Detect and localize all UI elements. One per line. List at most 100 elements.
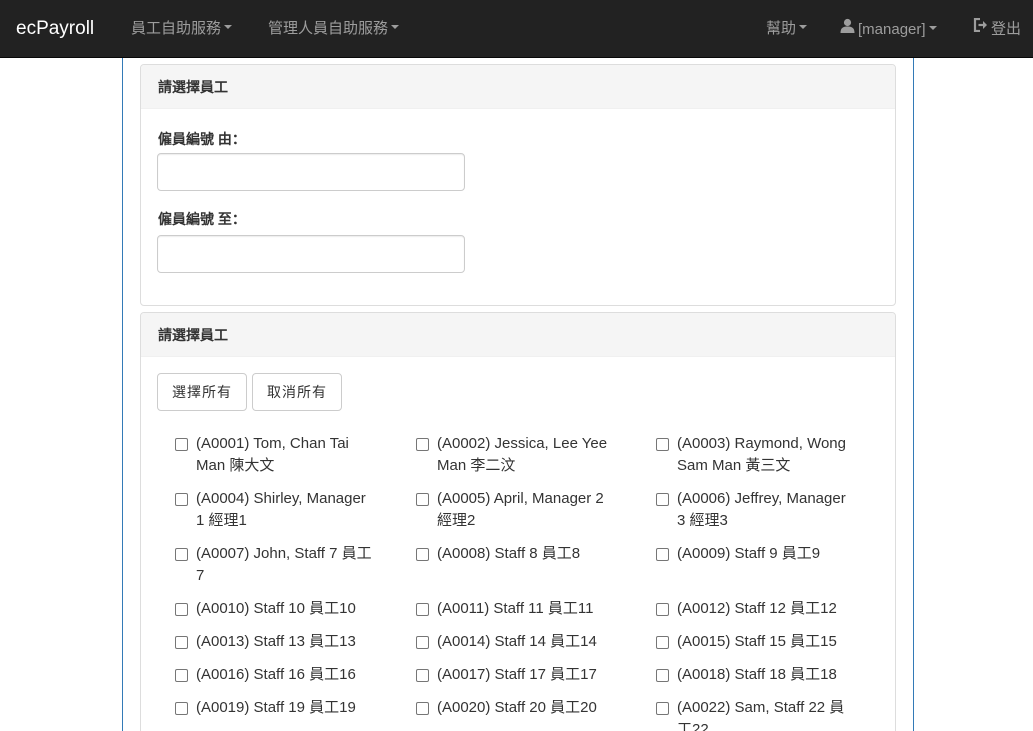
employee-checkbox-item[interactable]: (A0010) Staff 10 員工10 [175, 598, 375, 620]
employee-from-input[interactable] [157, 153, 465, 191]
employee-label[interactable]: (A0019) Staff 19 員工19 [175, 697, 375, 719]
deselect-all-button[interactable]: 取消所有 [252, 373, 342, 411]
menu-help-label: 幫助 [766, 20, 797, 37]
employee-checkbox[interactable] [416, 603, 429, 616]
employee-checkbox[interactable] [175, 438, 188, 451]
employee-checkbox-item[interactable]: (A0009) Staff 9 員工9 [656, 543, 856, 565]
employee-checkbox-item[interactable]: (A0008) Staff 8 員工8 [416, 543, 616, 565]
employee-checkbox-item[interactable]: (A0020) Staff 20 員工20 [416, 697, 616, 719]
employee-checkbox-item[interactable]: (A0012) Staff 12 員工12 [656, 598, 856, 620]
employee-checkbox[interactable] [175, 603, 188, 616]
employee-checkbox-item[interactable]: (A0018) Staff 18 員工18 [656, 664, 856, 686]
employee-checkbox[interactable] [656, 548, 669, 561]
employee-label-line1: (A0011) Staff 11 員工11 [437, 600, 594, 617]
employee-label[interactable]: (A0020) Staff 20 員工20 [416, 697, 616, 719]
employee-label[interactable]: (A0002) Jessica, Lee Yee Man 李二汶 [416, 433, 616, 477]
employee-label-line1: (A0019) Staff 19 員工19 [196, 699, 356, 716]
employee-checkbox[interactable] [656, 493, 669, 506]
chevron-down-icon [391, 25, 400, 30]
employee-checkbox[interactable] [416, 702, 429, 715]
employee-label-line2: 經理2 [437, 512, 476, 529]
employee-checkbox-item[interactable]: (A0004) Shirley, Manager 1 經理1 [175, 488, 375, 532]
employee-label-line1: (A0006) Jeffrey, Manager [677, 490, 846, 507]
employee-label-line2: 工22 [677, 721, 709, 731]
employee-label[interactable]: (A0014) Staff 14 員工14 [416, 631, 616, 653]
employee-checkbox[interactable] [175, 636, 188, 649]
employee-checkbox-item[interactable]: (A0002) Jessica, Lee Yee Man 李二汶 [416, 433, 616, 477]
employee-range-panel: 請選擇員工 僱員編號 由： 僱員編號 至： [140, 64, 896, 306]
employee-select-panel: 請選擇員工 選擇所有 取消所有 (A0001) Tom, Chan Tai Man… [140, 312, 896, 731]
logout-icon [973, 17, 988, 37]
employee-label[interactable]: (A0015) Staff 15 員工15 [656, 631, 856, 653]
employee-label[interactable]: (A0005) April, Manager 2 經理2 [416, 488, 616, 532]
menu-manager-self-service[interactable]: 管理人員自助服務 [268, 20, 400, 38]
menu-employee-self-service-label: 員工自助服務 [131, 20, 222, 37]
employee-checkbox-item[interactable]: (A0011) Staff 11 員工11 [416, 598, 616, 620]
top-navbar: ecPayroll 員工自助服務 管理人員自助服務 幫助 [manager] 登… [0, 0, 1033, 58]
employee-checkbox-item[interactable]: (A0015) Staff 15 員工15 [656, 631, 856, 653]
employee-label[interactable]: (A0010) Staff 10 員工10 [175, 598, 375, 620]
employee-from-label: 僱員編號 由： [158, 131, 246, 147]
employee-checkbox[interactable] [175, 548, 188, 561]
employee-checkbox[interactable] [416, 548, 429, 561]
employee-checkbox[interactable] [416, 669, 429, 682]
employee-checkbox[interactable] [416, 493, 429, 506]
employee-label-line1: (A0002) Jessica, Lee Yee [437, 435, 608, 452]
menu-help[interactable]: 幫助 [766, 20, 808, 38]
user-menu[interactable]: [manager] [840, 18, 937, 40]
employee-label-line1: (A0020) Staff 20 員工20 [437, 699, 597, 716]
menu-employee-self-service[interactable]: 員工自助服務 [131, 20, 233, 38]
employee-to-label: 僱員編號 至： [158, 211, 246, 227]
employee-checkbox-item[interactable]: (A0022) Sam, Staff 22 員工22 [656, 697, 856, 731]
employee-checkbox-item[interactable]: (A0017) Staff 17 員工17 [416, 664, 616, 686]
employee-checkbox-item[interactable]: (A0014) Staff 14 員工14 [416, 631, 616, 653]
employee-checkbox[interactable] [175, 702, 188, 715]
employee-label-line1: (A0003) Raymond, Wong [677, 435, 846, 452]
employee-checkbox-item[interactable]: (A0007) John, Staff 7 員工 7 [175, 543, 375, 587]
employee-label-line2: 3 經理3 [677, 512, 728, 529]
employee-checkbox-item[interactable]: (A0003) Raymond, Wong Sam Man 黃三文 [656, 433, 856, 477]
employee-checkbox-item[interactable]: (A0016) Staff 16 員工16 [175, 664, 375, 686]
employee-label[interactable]: (A0011) Staff 11 員工11 [416, 598, 616, 620]
employee-to-input[interactable] [157, 235, 465, 273]
employee-label[interactable]: (A0006) Jeffrey, Manager 3 經理3 [656, 488, 856, 532]
employee-checkbox[interactable] [656, 438, 669, 451]
employee-checkbox-item[interactable]: (A0006) Jeffrey, Manager 3 經理3 [656, 488, 856, 532]
employee-label[interactable]: (A0016) Staff 16 員工16 [175, 664, 375, 686]
employee-label[interactable]: (A0017) Staff 17 員工17 [416, 664, 616, 686]
employee-label[interactable]: (A0001) Tom, Chan Tai Man 陳大文 [175, 433, 375, 477]
logout-link[interactable]: 登出 [973, 17, 1021, 39]
employee-label[interactable]: (A0007) John, Staff 7 員工 7 [175, 543, 375, 587]
employee-checkbox[interactable] [175, 493, 188, 506]
employee-checkbox[interactable] [416, 438, 429, 451]
employee-label[interactable]: (A0008) Staff 8 員工8 [416, 543, 616, 565]
employee-checkbox-item[interactable]: (A0005) April, Manager 2 經理2 [416, 488, 616, 532]
employee-label-line1: (A0013) Staff 13 員工13 [196, 633, 356, 650]
menu-manager-self-service-label: 管理人員自助服務 [268, 20, 389, 37]
employee-label[interactable]: (A0003) Raymond, Wong Sam Man 黃三文 [656, 433, 856, 477]
employee-checkbox-item[interactable]: (A0019) Staff 19 員工19 [175, 697, 375, 719]
employee-label-line2: Man 李二汶 [437, 457, 516, 474]
select-all-button[interactable]: 選擇所有 [157, 373, 247, 411]
employee-label-line2: Man 陳大文 [196, 457, 275, 474]
employee-label-line1: (A0005) April, Manager 2 [437, 490, 604, 507]
employee-label-line1: (A0007) John, Staff 7 員工 [196, 545, 372, 562]
employee-checkbox[interactable] [656, 669, 669, 682]
brand-logo[interactable]: ecPayroll [16, 18, 94, 40]
employee-checkbox[interactable] [175, 669, 188, 682]
employee-label[interactable]: (A0018) Staff 18 員工18 [656, 664, 856, 686]
employee-checkbox[interactable] [656, 702, 669, 715]
employee-label-line1: (A0004) Shirley, Manager [196, 490, 366, 507]
employee-checkbox-item[interactable]: (A0001) Tom, Chan Tai Man 陳大文 [175, 433, 375, 477]
panel-heading: 請選擇員工 [141, 313, 895, 357]
employee-label-line1: (A0016) Staff 16 員工16 [196, 666, 356, 683]
employee-label[interactable]: (A0022) Sam, Staff 22 員工22 [656, 697, 856, 731]
employee-checkbox[interactable] [656, 603, 669, 616]
employee-label[interactable]: (A0009) Staff 9 員工9 [656, 543, 856, 565]
employee-label[interactable]: (A0012) Staff 12 員工12 [656, 598, 856, 620]
employee-checkbox[interactable] [416, 636, 429, 649]
employee-checkbox-item[interactable]: (A0013) Staff 13 員工13 [175, 631, 375, 653]
employee-checkbox[interactable] [656, 636, 669, 649]
employee-label[interactable]: (A0004) Shirley, Manager 1 經理1 [175, 488, 375, 532]
employee-label[interactable]: (A0013) Staff 13 員工13 [175, 631, 375, 653]
